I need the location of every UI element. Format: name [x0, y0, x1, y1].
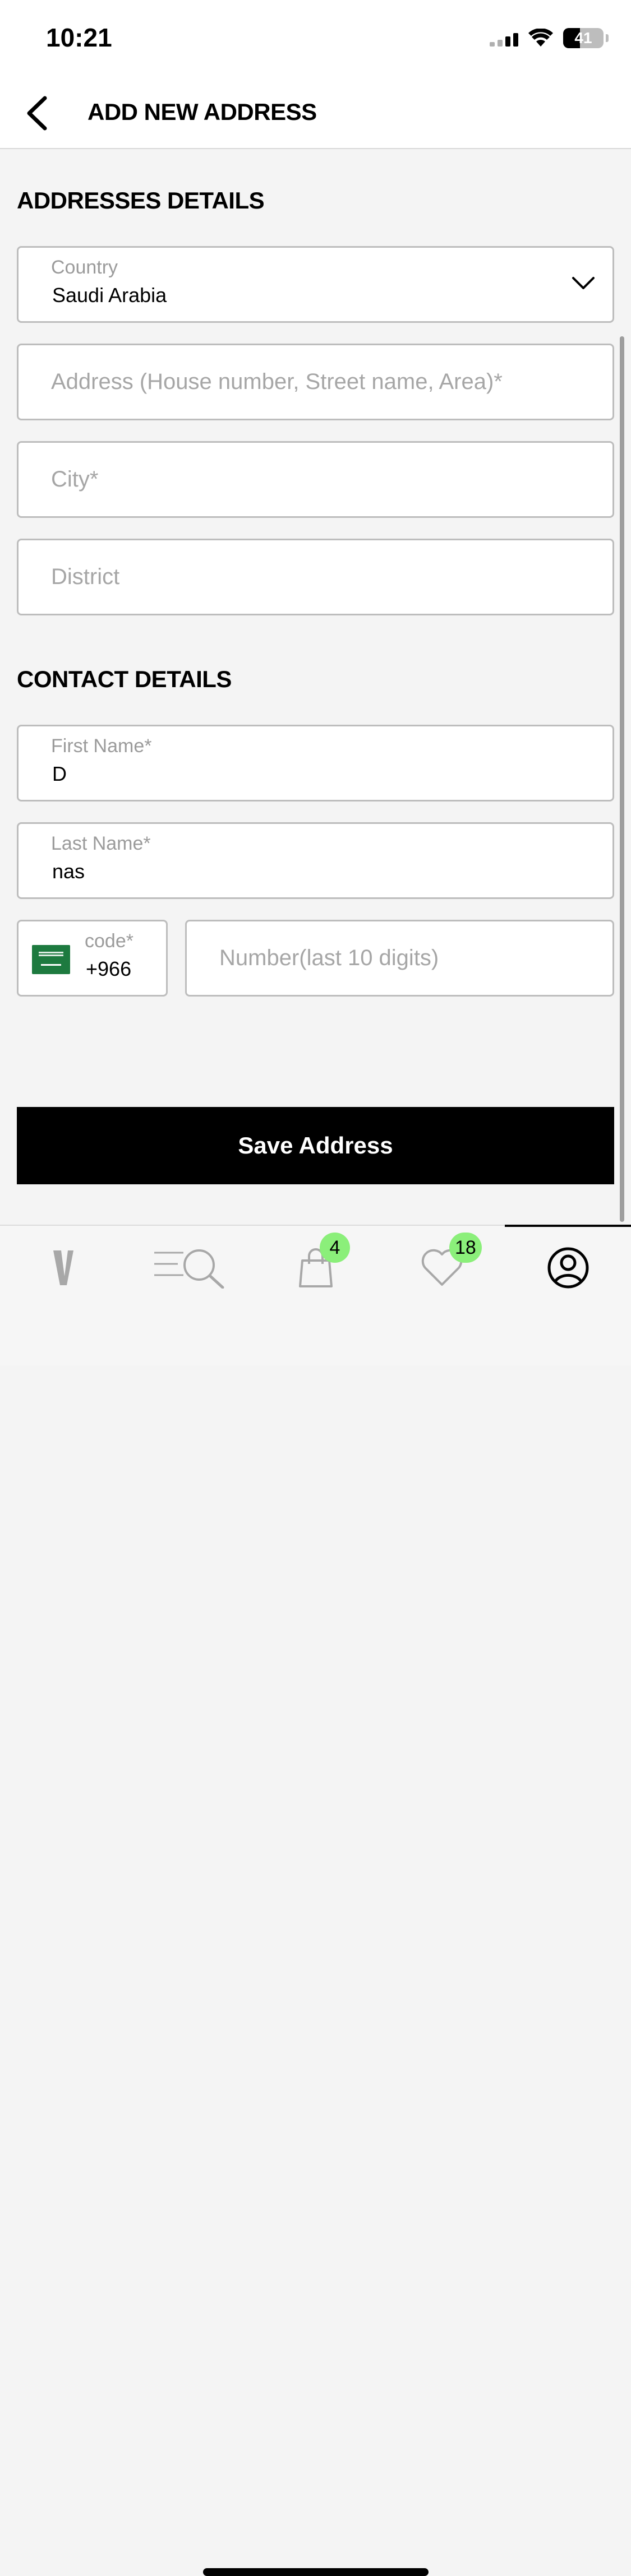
city-field[interactable]: [17, 441, 614, 518]
tab-home[interactable]: [0, 1226, 126, 1310]
country-select[interactable]: Country Saudi Arabia: [17, 246, 614, 323]
last-name-value: nas: [52, 860, 85, 883]
chevron-left-icon: [27, 96, 47, 131]
phone-code-value: +966: [86, 957, 132, 980]
wishlist-count-badge: 18: [449, 1233, 482, 1263]
country-label: Country: [51, 257, 118, 278]
bottom-tab-bar: 4 18: [0, 1225, 631, 2576]
status-bar: 10:21 41: [0, 0, 631, 78]
first-name-value: D: [52, 762, 67, 785]
last-name-field[interactable]: Last Name* nas: [17, 822, 614, 899]
phone-number-input[interactable]: [219, 921, 601, 995]
district-field[interactable]: [17, 539, 614, 615]
header: ADD NEW ADDRESS: [0, 78, 631, 149]
saudi-flag-icon: [32, 945, 70, 974]
contact-section-title: CONTACT DETAILS: [17, 666, 232, 692]
save-address-button[interactable]: Save Address: [17, 1107, 614, 1184]
address-section-title: ADDRESSES DETAILS: [17, 187, 265, 214]
phone-code-select[interactable]: code* +966: [17, 920, 168, 997]
chevron-down-icon: [572, 277, 595, 289]
menu-search-icon: [154, 1249, 224, 1289]
bag-count-badge: 4: [320, 1233, 350, 1263]
back-button[interactable]: [20, 92, 54, 135]
tab-wishlist[interactable]: 18: [379, 1226, 505, 1310]
scrollbar[interactable]: [620, 336, 624, 1222]
status-time: 10:21: [46, 23, 112, 52]
v-logo-icon: [53, 1250, 73, 1285]
last-name-label: Last Name*: [51, 833, 151, 854]
user-icon: [547, 1247, 588, 1289]
home-indicator: [203, 2568, 429, 2576]
phone-code-label: code*: [85, 930, 133, 952]
battery-tip: [606, 34, 609, 42]
tab-menu-search[interactable]: [126, 1226, 252, 1310]
status-icons: 41: [490, 27, 609, 49]
cellular-signal-icon: [490, 30, 518, 47]
country-value: Saudi Arabia: [52, 284, 167, 307]
page-title: ADD NEW ADDRESS: [87, 99, 317, 125]
address-field[interactable]: [17, 344, 614, 420]
wifi-icon: [528, 29, 553, 47]
tab-bag[interactable]: 4: [252, 1226, 379, 1310]
first-name-label: First Name*: [51, 735, 152, 757]
battery-icon: 41: [563, 28, 604, 48]
district-input[interactable]: [51, 540, 601, 614]
address-input[interactable]: [51, 345, 601, 419]
phone-number-field[interactable]: [185, 920, 614, 997]
first-name-field[interactable]: First Name* D: [17, 725, 614, 801]
battery-level: 41: [574, 29, 592, 47]
tab-account[interactable]: [505, 1225, 631, 1310]
city-input[interactable]: [51, 443, 601, 516]
